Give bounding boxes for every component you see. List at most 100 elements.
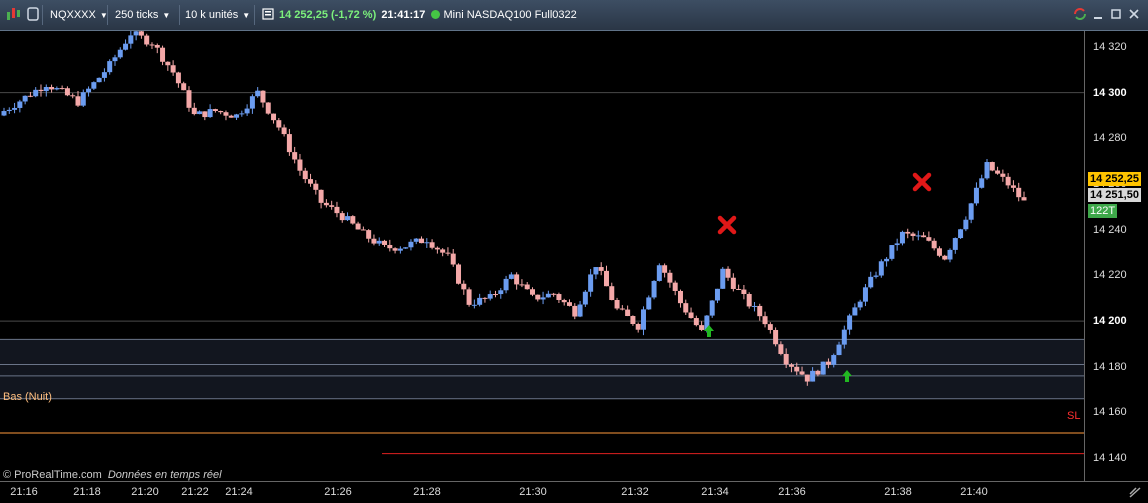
candle-body bbox=[49, 87, 55, 90]
candle-body bbox=[730, 277, 736, 289]
candle-body bbox=[810, 370, 816, 382]
candle-body bbox=[746, 294, 752, 307]
bas-nuit-label: Bas (Nuit) bbox=[3, 391, 52, 403]
chevron-down-icon: ▼ bbox=[162, 11, 171, 20]
candle-body bbox=[149, 44, 155, 46]
candle-body bbox=[228, 115, 234, 118]
candle-body bbox=[794, 366, 800, 372]
ticks-dropdown[interactable]: 250 ticks ▼ bbox=[112, 5, 180, 25]
candle-body bbox=[873, 275, 879, 277]
candle-body bbox=[123, 43, 129, 50]
axis-settings-icon[interactable] bbox=[1128, 486, 1142, 499]
status-dot-icon bbox=[431, 10, 441, 19]
candle-body bbox=[836, 344, 842, 356]
candle-body bbox=[804, 374, 810, 382]
candle-body bbox=[345, 216, 351, 221]
candle-body bbox=[915, 235, 921, 237]
candle-body bbox=[667, 272, 673, 283]
instrument-name: Mini NASDAQ100 Full0322 bbox=[443, 9, 577, 21]
close-icon[interactable] bbox=[1128, 5, 1142, 25]
symbol-dropdown[interactable]: NQXXXX ▼ bbox=[46, 5, 108, 25]
candle-body bbox=[825, 361, 831, 365]
units-label: 10 k unités bbox=[185, 9, 239, 21]
candle-body bbox=[318, 189, 324, 203]
price-tick-label: 14 320 bbox=[1093, 40, 1127, 53]
link-icon[interactable] bbox=[26, 5, 43, 25]
candle-body bbox=[292, 152, 298, 160]
candle-body bbox=[561, 300, 567, 303]
candle-body bbox=[471, 304, 477, 306]
candle-body bbox=[1016, 187, 1022, 198]
candle-body bbox=[154, 45, 160, 48]
chart-plot-area[interactable]: Bas (Nuit) SL © ProRealTime.com Données … bbox=[0, 31, 1084, 481]
chart-type-icon[interactable] bbox=[4, 5, 24, 25]
candle-body bbox=[54, 88, 60, 90]
candle-body bbox=[625, 309, 631, 317]
candle-body bbox=[138, 31, 144, 36]
candle-body bbox=[366, 230, 372, 239]
candle-body bbox=[545, 293, 551, 298]
price-tick-label: 14 200 bbox=[1093, 315, 1127, 328]
candle-body bbox=[588, 274, 594, 292]
candle-body bbox=[963, 219, 969, 230]
maximize-icon[interactable] bbox=[1110, 5, 1124, 25]
candle-body bbox=[995, 170, 1001, 174]
candle-body bbox=[59, 88, 65, 90]
candle-body bbox=[165, 61, 171, 66]
candle-body bbox=[936, 248, 942, 256]
candle-body bbox=[942, 255, 948, 260]
units-dropdown[interactable]: 10 k unités ▼ bbox=[183, 5, 255, 25]
info-icon[interactable] bbox=[262, 5, 276, 25]
candle-body bbox=[572, 305, 578, 317]
candle-body bbox=[461, 283, 467, 290]
price-tick-label: 14 280 bbox=[1093, 132, 1127, 145]
candle-body bbox=[651, 280, 657, 298]
candle-body bbox=[498, 290, 504, 295]
price-tick-label: 14 180 bbox=[1093, 360, 1127, 373]
time-axis[interactable]: 21:16 21:18 21:20 21:22 21:24 21:26 21:28 21:30… bbox=[0, 481, 1148, 503]
candle-body bbox=[191, 107, 197, 115]
candle-body bbox=[392, 248, 398, 251]
candle-body bbox=[582, 291, 588, 305]
candle-body bbox=[397, 248, 403, 251]
sync-icon[interactable] bbox=[1072, 5, 1090, 25]
candle-body bbox=[635, 323, 641, 330]
candle-body bbox=[1005, 176, 1011, 186]
candle-body bbox=[619, 308, 625, 310]
price-axis[interactable]: 14 140 14 160 14 180 14 200 14 220 14 240 14 2… bbox=[1084, 31, 1148, 481]
candle-body bbox=[244, 108, 250, 114]
candle-body bbox=[1010, 185, 1016, 188]
candle-body bbox=[656, 265, 662, 281]
candle-body bbox=[566, 302, 572, 306]
candle-body bbox=[757, 305, 763, 317]
candle-body bbox=[640, 309, 646, 330]
candle-body bbox=[767, 324, 773, 330]
candle-body bbox=[355, 223, 361, 230]
symbol-label: NQXXXX bbox=[50, 9, 96, 21]
candle-body bbox=[762, 316, 768, 325]
price-tick-label: 14 240 bbox=[1093, 223, 1127, 236]
candle-body bbox=[22, 95, 28, 102]
candle-body bbox=[308, 179, 314, 184]
minimize-icon[interactable] bbox=[1092, 5, 1106, 25]
candle-body bbox=[1, 111, 7, 116]
clock-time: 21:41:17 bbox=[381, 9, 426, 21]
time-tick-label: 21:28 bbox=[413, 486, 441, 498]
candle-body bbox=[593, 267, 599, 275]
time-tick-label: 21:26 bbox=[324, 486, 352, 498]
time-tick-label: 21:30 bbox=[519, 486, 547, 498]
candle-body bbox=[144, 35, 150, 45]
candle-body bbox=[6, 109, 12, 112]
candle-body bbox=[260, 90, 266, 103]
candle-body bbox=[783, 353, 789, 365]
candle-body bbox=[683, 303, 689, 313]
candle-body bbox=[387, 244, 393, 249]
candle-body bbox=[112, 57, 118, 62]
candle-body bbox=[334, 206, 340, 214]
candle-body bbox=[440, 249, 446, 253]
candle-body bbox=[350, 216, 356, 224]
candle-body bbox=[281, 127, 287, 135]
candle-body bbox=[43, 87, 49, 92]
candle-body bbox=[857, 301, 863, 308]
candle-body bbox=[852, 307, 858, 316]
